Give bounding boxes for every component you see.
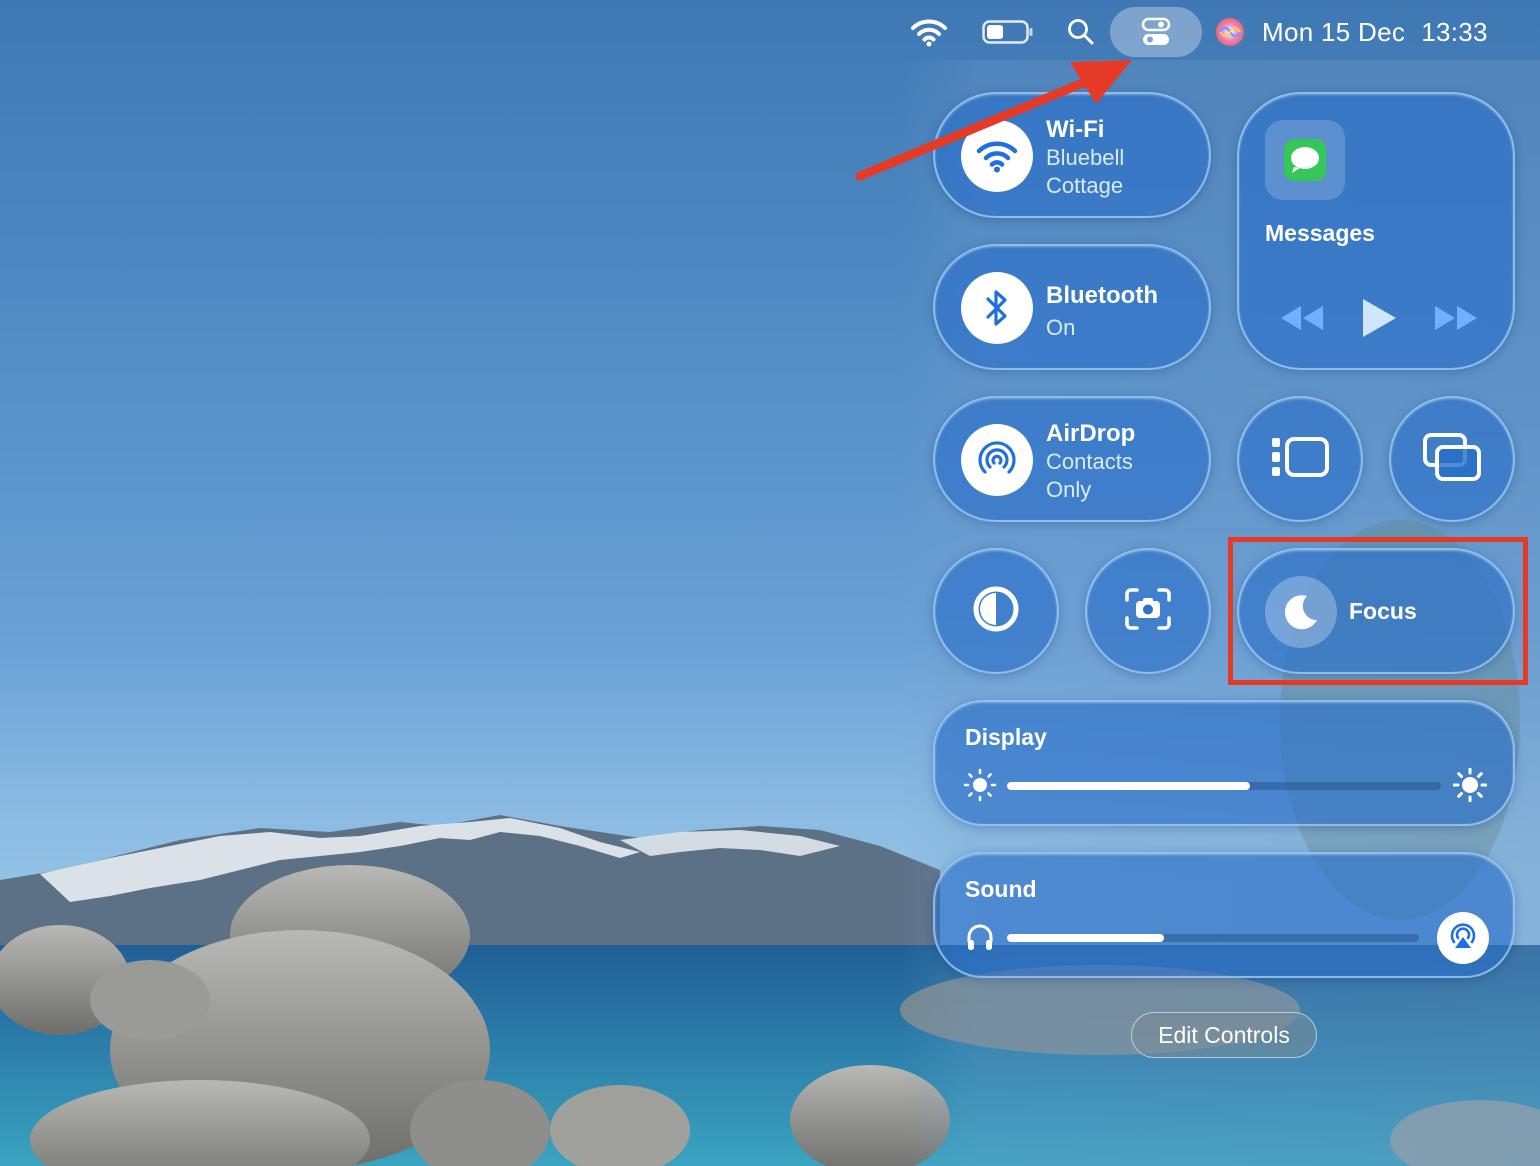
battery-icon[interactable]: [978, 0, 1038, 64]
time-label: 13:33: [1421, 16, 1488, 47]
menu-bar: Mon 15 Dec 13:33: [0, 0, 1540, 64]
volume-slider-fill: [1007, 934, 1164, 942]
brightness-high-icon: [1453, 768, 1487, 802]
brightness-slider[interactable]: [1007, 782, 1441, 790]
airdrop-title: AirDrop: [1046, 420, 1136, 447]
display-module: Display: [933, 700, 1515, 826]
bluetooth-icon[interactable]: [961, 272, 1033, 344]
screen-mirroring-icon: [1423, 432, 1481, 486]
wifi-toggle-icon[interactable]: [961, 120, 1033, 192]
airplay-audio-icon: [1447, 920, 1479, 957]
date-label: Mon 15 Dec: [1262, 16, 1406, 47]
menu-bar-clock[interactable]: Mon 15 Dec 13:33: [1262, 0, 1522, 64]
airplay-audio-button[interactable]: [1437, 912, 1489, 964]
airdrop-tile[interactable]: AirDrop Contacts Only: [933, 396, 1211, 522]
now-playing-app-name: Messages: [1265, 220, 1375, 246]
rewind-icon[interactable]: [1279, 304, 1325, 337]
brightness-low-icon: [963, 768, 997, 802]
stage-manager-button[interactable]: [1237, 396, 1363, 522]
volume-slider[interactable]: [1007, 934, 1419, 942]
display-title: Display: [965, 724, 1047, 750]
now-playing-tile[interactable]: Messages: [1237, 92, 1515, 370]
sound-module: Sound: [933, 852, 1515, 978]
control-centre-button[interactable]: [1110, 0, 1202, 64]
stage-manager-icon: [1270, 436, 1330, 483]
search-icon[interactable]: [1063, 0, 1099, 64]
screenshot-button[interactable]: [1085, 548, 1211, 674]
dark-mode-button[interactable]: [933, 548, 1059, 674]
headphones-icon: [963, 920, 997, 954]
bluetooth-status: On: [1046, 315, 1076, 340]
bluetooth-tile[interactable]: Bluetooth On: [933, 244, 1211, 370]
screen-mirroring-button[interactable]: [1389, 396, 1515, 522]
wifi-tile[interactable]: Wi-Fi Bluebell Cottage: [933, 92, 1211, 218]
play-icon[interactable]: [1360, 297, 1398, 344]
focus-highlight-box: [1228, 537, 1528, 685]
edit-controls-button[interactable]: Edit Controls: [1131, 1012, 1317, 1058]
airdrop-status-line1: Contacts: [1046, 449, 1133, 474]
brightness-slider-fill: [1007, 782, 1251, 790]
contrast-icon: [972, 585, 1020, 638]
wifi-icon[interactable]: [905, 0, 953, 64]
bluetooth-title: Bluetooth: [1046, 282, 1158, 309]
siri-icon[interactable]: [1210, 0, 1250, 64]
airdrop-icon[interactable]: [961, 424, 1033, 496]
screenshot-icon: [1125, 587, 1171, 635]
wifi-network-line1: Bluebell: [1046, 145, 1125, 170]
sound-title: Sound: [965, 876, 1037, 902]
fast-forward-icon[interactable]: [1433, 304, 1479, 337]
wifi-network-line2: Cottage: [1046, 173, 1124, 198]
messages-app-icon: [1265, 120, 1345, 200]
airdrop-status-line2: Only: [1046, 477, 1092, 502]
wifi-title: Wi-Fi: [1046, 116, 1105, 143]
control-centre-icon: [1110, 7, 1202, 57]
